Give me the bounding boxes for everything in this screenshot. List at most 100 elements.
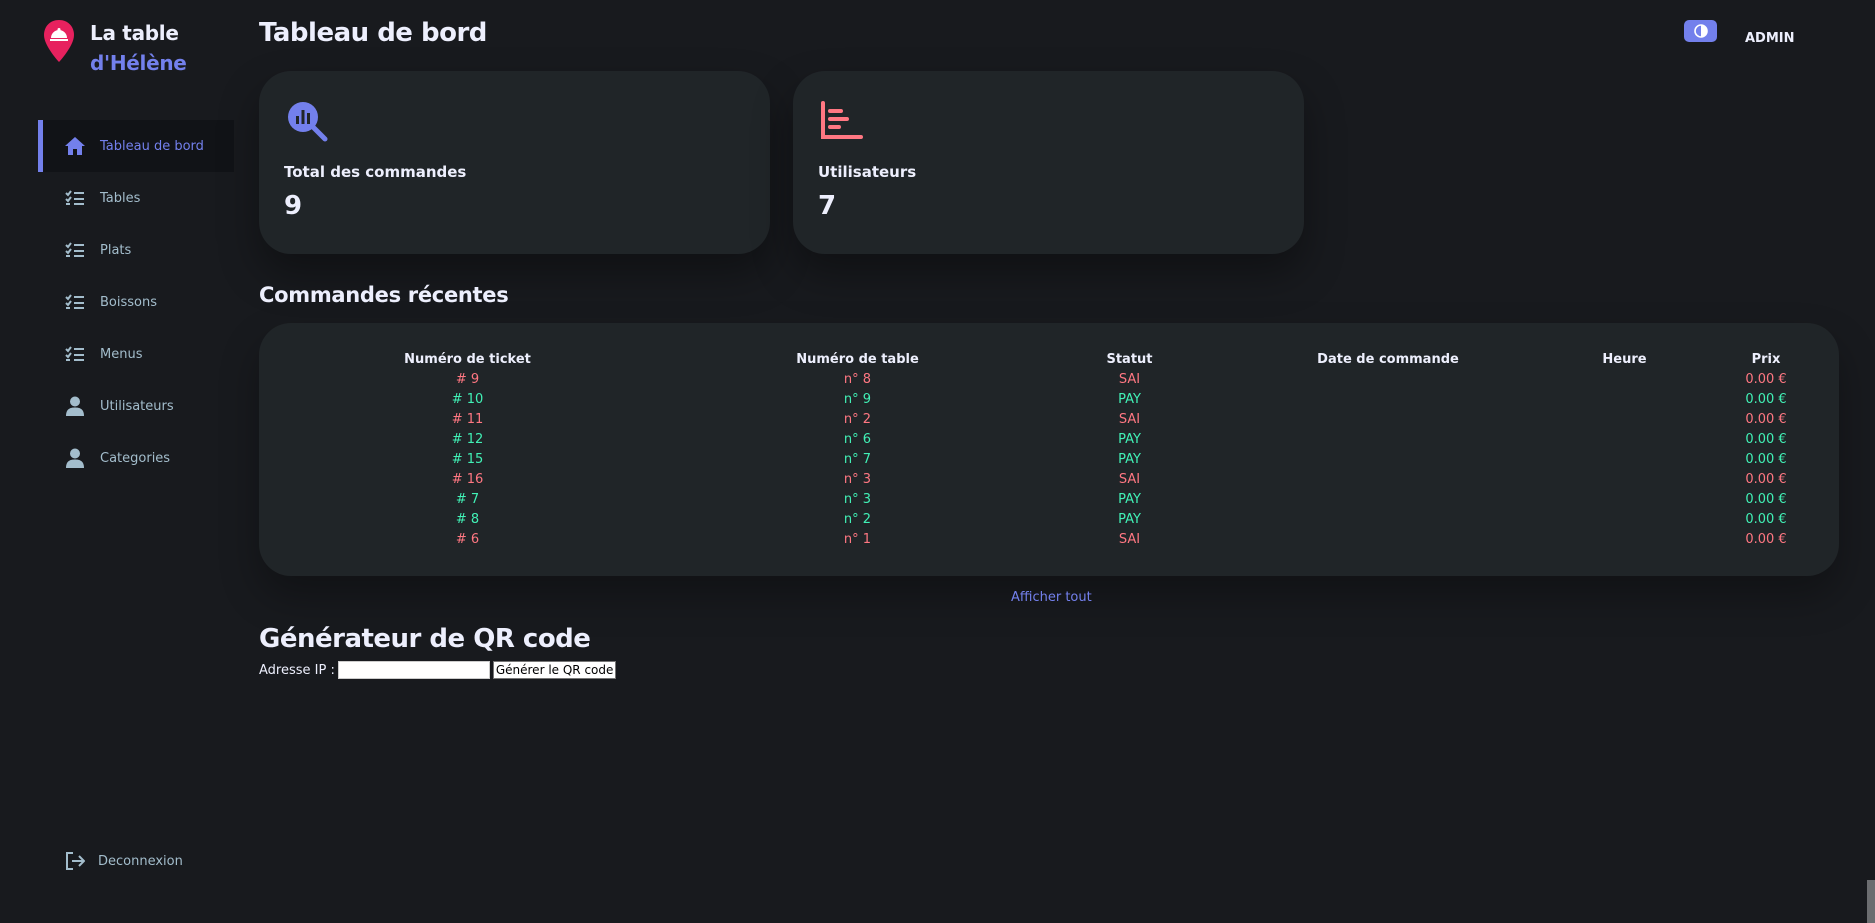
sidebar-item-dashboard[interactable]: Tableau de bord <box>38 120 234 172</box>
price-cell: 0.00 € <box>1745 471 1787 487</box>
date-cell <box>1220 509 1556 529</box>
column-header-time: Heure <box>1602 351 1647 367</box>
generate-qr-button[interactable]: Générer le QR code <box>492 661 617 679</box>
checklist-icon <box>64 239 86 261</box>
checklist-icon <box>64 291 86 313</box>
sidebar-item-label: Tables <box>100 190 141 206</box>
sidebar-item-label: Plats <box>100 242 132 258</box>
user-name[interactable]: ADMIN <box>1745 31 1795 46</box>
table-row[interactable]: # 11 n° 2 SAI 0.00 € <box>259 409 1839 429</box>
table-cell: n° 3 <box>843 491 872 507</box>
theme-toggle-button[interactable] <box>1684 20 1717 42</box>
brand-logo[interactable]: La table d'Hélène <box>42 18 187 78</box>
table-cell: n° 8 <box>843 371 872 387</box>
sidebar-item-tables[interactable]: Tables <box>38 172 234 224</box>
ticket-cell: # 11 <box>451 411 484 427</box>
sidebar-item-menus[interactable]: Menus <box>38 328 234 380</box>
table-row[interactable]: # 15 n° 7 PAY 0.00 € <box>259 449 1839 469</box>
home-icon <box>64 135 86 157</box>
table-row[interactable]: # 10 n° 9 PAY 0.00 € <box>259 389 1839 409</box>
date-cell <box>1220 409 1556 429</box>
sidebar-item-boissons[interactable]: Boissons <box>38 276 234 328</box>
sidebar-item-categories[interactable]: Categories <box>38 432 234 484</box>
card-label: Total des commandes <box>284 163 467 181</box>
date-cell <box>1220 449 1556 469</box>
status-cell: SAI <box>1118 471 1141 487</box>
price-cell: 0.00 € <box>1745 511 1787 527</box>
brand-name: La table d'Hélène <box>90 18 187 78</box>
table-cell: n° 3 <box>843 471 872 487</box>
table-row[interactable]: # 6 n° 1 SAI 0.00 € <box>259 529 1839 549</box>
time-cell <box>1556 509 1693 529</box>
table-cell: n° 6 <box>843 431 872 447</box>
page-title: Tableau de bord <box>259 18 487 48</box>
ticket-cell: # 10 <box>451 391 484 407</box>
table-row[interactable]: # 8 n° 2 PAY 0.00 € <box>259 509 1839 529</box>
column-header-price: Prix <box>1751 351 1781 367</box>
logout-label: Deconnexion <box>98 853 183 869</box>
sidebar-item-plats[interactable]: Plats <box>38 224 234 276</box>
sidebar: La table d'Hélène Tableau de bord Tables… <box>0 0 240 923</box>
users-card: Utilisateurs 7 <box>793 71 1304 254</box>
recent-orders-title: Commandes récentes <box>259 283 509 307</box>
show-all-link[interactable]: Afficher tout <box>1011 590 1092 605</box>
time-cell <box>1556 529 1693 549</box>
ip-label: Adresse IP : <box>259 662 335 678</box>
price-cell: 0.00 € <box>1745 451 1787 467</box>
time-cell <box>1556 429 1693 449</box>
sidebar-nav: Tableau de bord Tables Plats Boissons Me… <box>38 120 234 484</box>
checklist-icon <box>64 343 86 365</box>
column-header-status: Statut <box>1106 351 1153 367</box>
price-cell: 0.00 € <box>1745 491 1787 507</box>
ticket-cell: # 12 <box>451 431 484 447</box>
logout-button[interactable]: Deconnexion <box>64 850 183 872</box>
column-header-ticket: Numéro de ticket <box>404 351 531 367</box>
brand-name-line1: La table <box>90 21 179 45</box>
price-cell: 0.00 € <box>1745 371 1787 387</box>
date-cell <box>1220 429 1556 449</box>
recent-orders-panel: Numéro de ticket Numéro de table Statut … <box>259 323 1839 576</box>
time-cell <box>1556 409 1693 429</box>
status-cell: PAY <box>1118 511 1141 527</box>
table-row[interactable]: # 7 n° 3 PAY 0.00 € <box>259 489 1839 509</box>
sidebar-item-label: Utilisateurs <box>100 398 174 414</box>
brand-name-line2: d'Hélène <box>90 51 187 75</box>
table-row[interactable]: # 9 n° 8 SAI 0.00 € <box>259 369 1839 389</box>
table-cell: n° 2 <box>843 411 872 427</box>
time-cell <box>1556 449 1693 469</box>
date-cell <box>1220 389 1556 409</box>
table-row[interactable]: # 16 n° 3 SAI 0.00 € <box>259 469 1839 489</box>
sidebar-item-label: Boissons <box>100 294 157 310</box>
ip-address-input[interactable] <box>337 661 490 679</box>
status-cell: SAI <box>1118 411 1141 427</box>
price-cell: 0.00 € <box>1745 391 1787 407</box>
date-cell <box>1220 529 1556 549</box>
ticket-cell: # 9 <box>455 371 480 387</box>
card-value: 7 <box>818 191 837 221</box>
contrast-icon <box>1693 24 1708 38</box>
time-cell <box>1556 389 1693 409</box>
ticket-cell: # 7 <box>455 491 480 507</box>
ticket-cell: # 15 <box>451 451 484 467</box>
date-cell <box>1220 489 1556 509</box>
price-cell: 0.00 € <box>1745 431 1787 447</box>
recent-orders-table: Numéro de ticket Numéro de table Statut … <box>259 349 1839 549</box>
price-cell: 0.00 € <box>1745 411 1787 427</box>
status-cell: SAI <box>1118 531 1141 547</box>
status-cell: PAY <box>1118 451 1141 467</box>
search-chart-icon <box>288 102 328 142</box>
status-cell: PAY <box>1118 431 1141 447</box>
page-scrollbar-thumb[interactable] <box>1867 880 1875 923</box>
qr-generator-title: Générateur de QR code <box>259 624 591 654</box>
status-cell: PAY <box>1118 491 1141 507</box>
person-icon <box>64 395 86 417</box>
restaurant-pin-icon <box>44 20 74 62</box>
qr-form: Adresse IP : Générer le QR code <box>259 661 617 679</box>
sidebar-item-utilisateurs[interactable]: Utilisateurs <box>38 380 234 432</box>
status-cell: SAI <box>1118 371 1141 387</box>
table-row[interactable]: # 12 n° 6 PAY 0.00 € <box>259 429 1839 449</box>
time-cell <box>1556 489 1693 509</box>
sidebar-item-label: Tableau de bord <box>100 138 204 154</box>
logout-icon <box>64 850 86 872</box>
checklist-icon <box>64 187 86 209</box>
